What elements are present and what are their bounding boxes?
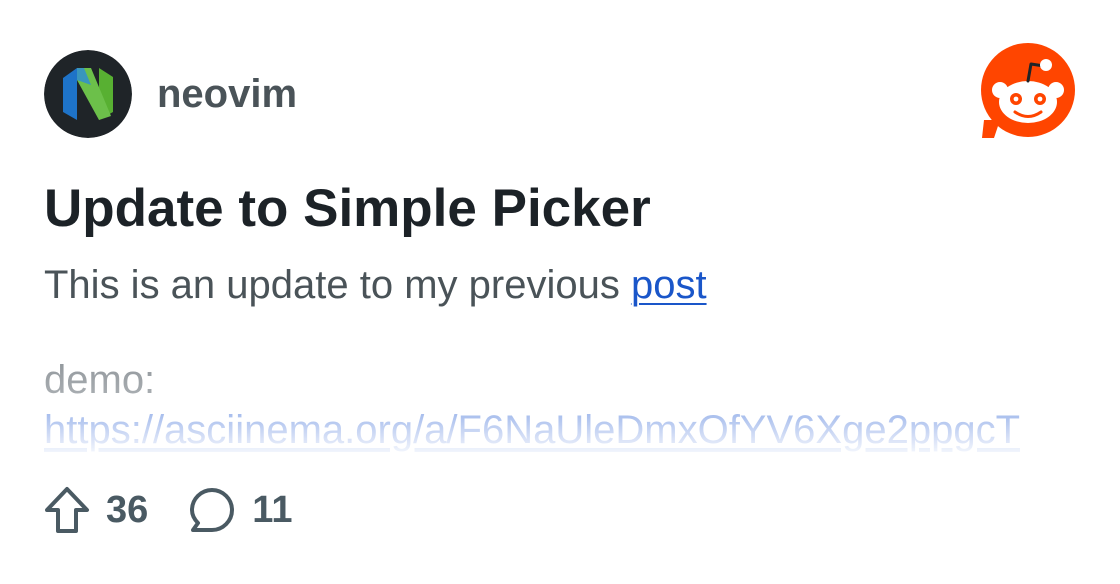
- comments-button[interactable]: 11: [188, 486, 292, 534]
- post-body-preview: demo: https://asciinema.org/a/F6NaUleDmx…: [44, 355, 1074, 455]
- post-body: This is an update to my previous post: [44, 262, 707, 308]
- demo-link[interactable]: https://asciinema.org/a/F6NaUleDmxOfYV6X…: [44, 405, 1074, 455]
- post-body-text: This is an update to my previous: [44, 263, 631, 307]
- reddit-logo-icon: [978, 42, 1078, 142]
- upvote-count: 36: [106, 488, 149, 531]
- upvote-button[interactable]: 36: [44, 486, 148, 534]
- demo-label: demo:: [44, 358, 156, 402]
- previous-post-link[interactable]: post: [631, 263, 707, 307]
- post-title[interactable]: Update to Simple Picker: [44, 178, 651, 240]
- neovim-logo-icon[interactable]: [44, 50, 132, 138]
- post-header: neovim: [44, 50, 297, 138]
- community-name[interactable]: neovim: [157, 74, 297, 114]
- upvote-arrow-icon[interactable]: [44, 486, 90, 534]
- comment-count: 11: [252, 488, 293, 531]
- post-card: neovim Update to Simple Picker This is a…: [0, 0, 1120, 584]
- comment-bubble-icon[interactable]: [188, 486, 236, 534]
- post-stats: 36 11: [44, 484, 292, 536]
